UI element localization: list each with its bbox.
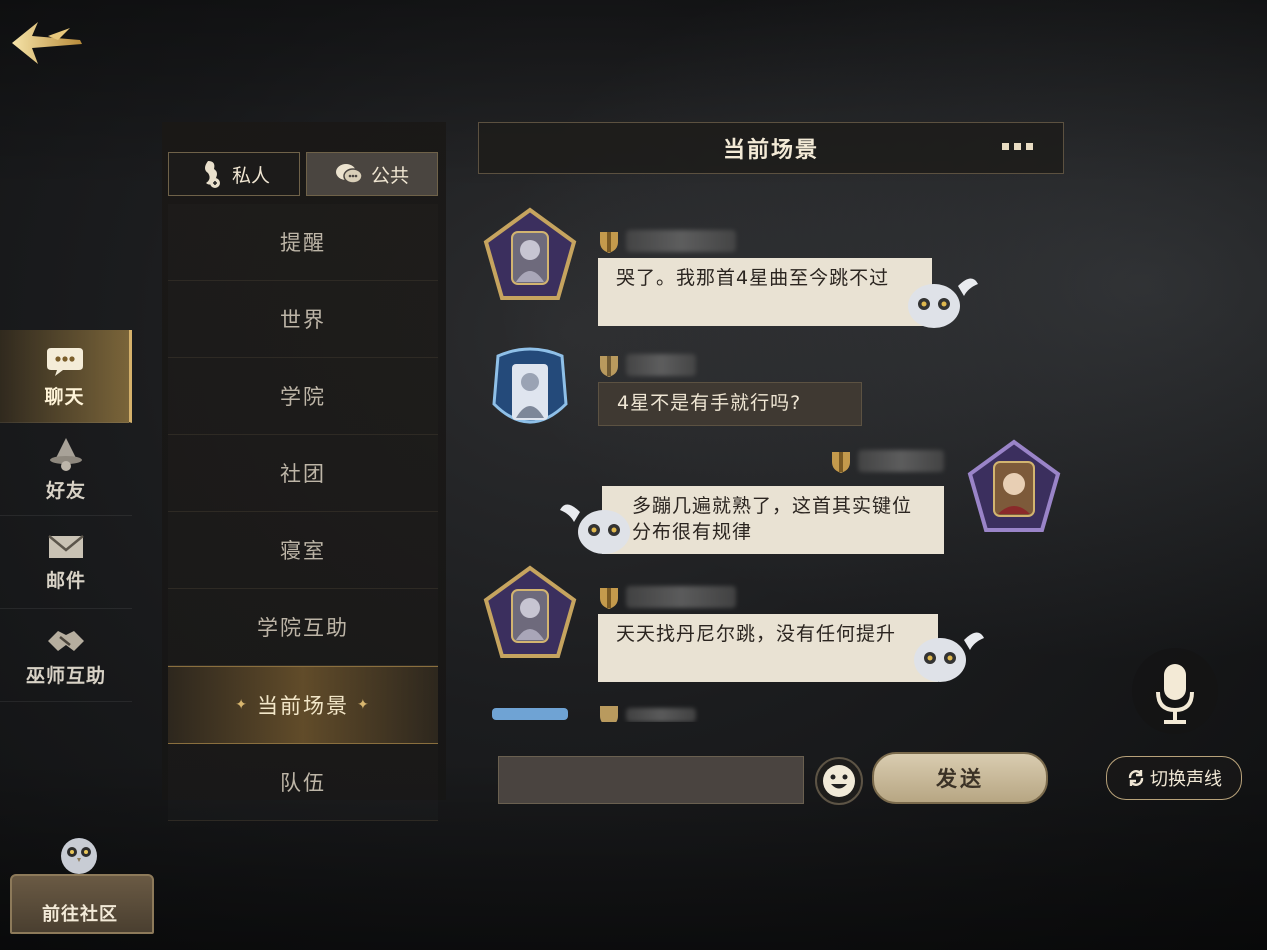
chat-message-partial [478,700,1064,722]
chat-message: 多蹦几遍就熟了，这首其实键位分布很有规律 [478,438,1064,568]
house-badge-icon [600,588,618,609]
owl-sticker-icon [914,632,984,682]
nav-mail-label: 邮件 [45,569,86,592]
refresh-icon [1128,770,1144,786]
channel-label: 提醒 [280,231,326,255]
sender-row [830,448,944,474]
go-community-button[interactable]: 前往社区 [10,830,154,934]
channel-panel: 私人 公共 提醒 世界 学院 社团 寝室 学院互助 ✦ 当前场景 ✦ 队伍 [162,122,446,821]
envelope-icon [48,534,84,558]
channel-current-scene[interactable]: ✦ 当前场景 ✦ [168,666,438,744]
nav-friends-label: 好友 [45,479,86,502]
nav-wizard-help[interactable]: 巫师互助 [0,609,132,702]
player-avatar[interactable] [480,206,580,306]
sender-row [598,352,696,378]
chat-title: 当前场景 [722,138,819,163]
microphone-button[interactable] [1132,648,1218,734]
chat-message: 4星不是有手就行吗? [478,344,1064,444]
sender-name-blurred [626,708,696,722]
channel-house[interactable]: 学院 [168,358,438,435]
channel-label: 寝室 [280,539,326,563]
nav-mail[interactable]: 邮件 [0,516,132,609]
nav-chat[interactable]: 聊天 [0,330,132,423]
owl-icon [61,838,97,874]
more-options-button[interactable] [1002,143,1033,150]
send-button[interactable]: 发送 [872,752,1048,804]
switch-voice-line-label: 切换声线 [1150,769,1222,790]
tab-private[interactable]: 私人 [168,152,300,196]
house-badge-icon [600,706,618,722]
player-avatar[interactable] [964,438,1064,538]
chat-header: 当前场景 [478,122,1064,174]
diamond-left-icon: ✦ [235,697,249,713]
chat-message: 天天找丹尼尔跳，没有任何提升 [478,564,1064,694]
chat-input[interactable] [498,756,804,804]
chat-bubbles-icon [335,164,363,184]
left-nav: 聊天 好友 邮件 巫师互助 [0,330,132,702]
wizard-hat-icon [50,437,82,471]
diamond-right-icon: ✦ [357,697,371,713]
handshake-icon [48,630,84,651]
channel-club[interactable]: 社团 [168,435,438,512]
sender-row [598,228,736,254]
owl-sticker-icon [908,278,978,328]
channel-reminder[interactable]: 提醒 [168,204,438,281]
channel-label: 当前场景 [257,694,349,718]
sender-row [598,584,736,610]
sender-name-blurred [626,354,696,376]
emoji-button[interactable] [814,756,864,806]
channel-list: 提醒 世界 学院 社团 寝室 学院互助 ✦ 当前场景 ✦ 队伍 [168,204,438,821]
avatar-partial [492,708,568,720]
chat-bubble-icon [46,347,83,376]
channel-house-help[interactable]: 学院互助 [168,589,438,666]
tab-public-label: 公共 [370,164,409,187]
sender-row [598,702,696,722]
community-label: 前往社区 [42,904,118,925]
message-bubble: 4星不是有手就行吗? [598,382,862,426]
switch-voice-line-button[interactable]: 切换声线 [1106,756,1242,800]
player-avatar[interactable] [480,344,580,444]
channel-world[interactable]: 世界 [168,281,438,358]
back-arrow-button[interactable] [8,14,84,72]
tab-public[interactable]: 公共 [306,152,438,196]
channel-team[interactable]: 队伍 [168,744,438,821]
channel-label: 队伍 [280,771,326,795]
house-badge-icon [600,232,618,253]
message-bubble: 多蹦几遍就熟了，这首其实键位分布很有规律 [602,486,944,554]
sender-name-blurred [626,586,736,608]
microphone-icon [1156,664,1194,724]
channel-label: 世界 [280,308,326,332]
channel-label: 社团 [280,462,326,486]
channel-label: 学院互助 [257,616,349,640]
message-bubble: 天天找丹尼尔跳，没有任何提升 [598,614,938,682]
chat-message: 哭了。我那首4星曲至今跳不过 [478,206,1064,336]
seahorse-icon [204,161,220,188]
nav-friends[interactable]: 好友 [0,423,132,516]
channel-dorm[interactable]: 寝室 [168,512,438,589]
house-badge-icon [600,356,618,377]
nav-chat-label: 聊天 [44,385,85,408]
tab-private-label: 私人 [231,164,270,187]
sender-name-blurred [626,230,736,252]
player-avatar[interactable] [480,564,580,664]
smiley-icon [815,757,863,805]
channel-label: 学院 [280,385,326,409]
sender-name-blurred [858,450,944,472]
message-bubble: 哭了。我那首4星曲至今跳不过 [598,258,932,326]
owl-sticker-icon [560,504,630,554]
back-arrow-icon [12,22,82,64]
nav-wizard-help-label: 巫师互助 [25,664,106,687]
chat-message-list[interactable]: 哭了。我那首4星曲至今跳不过 4星不是有手就行吗? 多蹦几遍就熟了，这首其实键位… [478,176,1064,722]
house-badge-icon [832,452,850,473]
